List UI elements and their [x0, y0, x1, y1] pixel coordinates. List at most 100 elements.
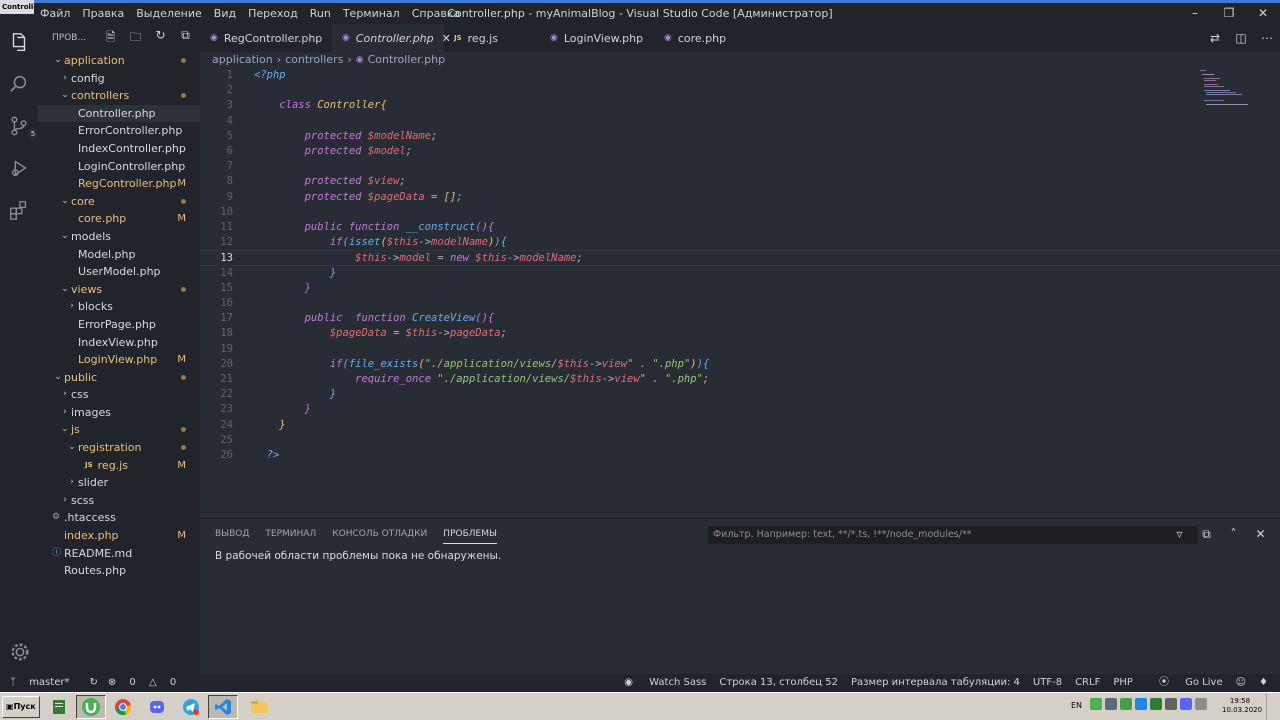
code-line[interactable]: 2 [200, 83, 1280, 98]
code-line[interactable]: 22 } [200, 387, 1280, 402]
tree-folder[interactable]: ⌄ js [38, 421, 200, 439]
tree-folder[interactable]: ⌄ application [38, 52, 200, 70]
code-line[interactable]: 15 } [200, 281, 1280, 296]
breadcrumb-item[interactable]: application [212, 52, 273, 68]
taskbar-app-vscode[interactable] [208, 695, 238, 719]
tray-app-icon[interactable] [1150, 698, 1162, 710]
problems-filter-input[interactable]: Фильтр. Например: text, **/*.ts, !**/nod… [708, 526, 1198, 544]
tree-folder[interactable]: › config [38, 70, 200, 88]
collapse-icon[interactable]: ⧉ [1193, 527, 1220, 542]
tree-file[interactable]: RegController.php M [38, 175, 200, 193]
notifications-bell-icon[interactable]: ♦ [1259, 674, 1268, 692]
tab-regcontroller[interactable]: ◉ RegController.php [200, 24, 332, 52]
tree-folder[interactable]: ⌄ models [38, 228, 200, 246]
tree-file[interactable]: Controller.php [38, 104, 200, 123]
code-line[interactable]: 12 if(isset($this->modelName)){ [200, 235, 1280, 250]
tree-folder[interactable]: › scss [38, 492, 200, 510]
code-line[interactable]: 5 protected $modelName; [200, 129, 1280, 144]
tree-folder[interactable]: › blocks [38, 298, 200, 316]
feedback-icon[interactable]: ☺ [1236, 674, 1246, 692]
cursor-position[interactable]: Строка 13, столбец 52 [719, 674, 838, 692]
line-ending[interactable]: CRLF [1075, 674, 1100, 692]
code-line[interactable]: 23 } [200, 402, 1280, 417]
code-line[interactable]: 9 protected $pageData = []; [200, 190, 1280, 205]
code-line[interactable]: 14 } [200, 266, 1280, 281]
settings-gear-icon[interactable] [8, 640, 32, 664]
language-indicator[interactable]: EN [1071, 701, 1082, 710]
code-line[interactable]: 19 [200, 342, 1280, 357]
code-line[interactable]: 26 ?> [200, 448, 1280, 463]
tree-file[interactable]: JS reg.js M [38, 457, 200, 475]
branch-status[interactable]: ᛉ master* [10, 674, 79, 692]
tab-reg-js[interactable]: JS reg.js [444, 24, 540, 52]
tree-file[interactable]: UserModel.php [38, 263, 200, 281]
tray-discord-icon[interactable] [1180, 698, 1192, 710]
taskbar-app-chrome[interactable] [108, 695, 138, 719]
tree-file[interactable]: IndexController.php [38, 140, 200, 158]
tab-output[interactable]: ВЫВОД [215, 529, 249, 544]
tab-terminal[interactable]: ТЕРМИНАЛ [265, 529, 316, 544]
language-mode[interactable]: PHP [1113, 674, 1133, 692]
tab-controller[interactable]: ◉ Controller.php ✕ [332, 24, 451, 52]
tray-torrent-icon[interactable] [1090, 698, 1102, 710]
new-folder-icon[interactable]: 🗀 [123, 28, 148, 49]
go-live-button[interactable]: ⦿ Go Live [1146, 674, 1223, 692]
tree-folder[interactable]: › css [38, 386, 200, 404]
tray-app-icon[interactable] [1105, 698, 1117, 710]
code-line[interactable]: 25 [200, 433, 1280, 448]
code-line[interactable]: 4 [200, 114, 1280, 129]
refresh-icon[interactable]: ↻ [148, 28, 173, 49]
source-control-icon[interactable]: 5 [7, 114, 39, 140]
tree-folder[interactable]: ⌄ controllers [38, 87, 200, 105]
tree-folder[interactable]: › images [38, 404, 200, 422]
tree-folder[interactable]: ⌄ public [38, 369, 200, 387]
taskbar-app-discord[interactable] [142, 695, 172, 719]
menu-help[interactable]: Справка [406, 3, 466, 24]
tree-file[interactable]: Model.php [38, 246, 200, 264]
close-icon[interactable]: ✕ [1246, 3, 1280, 24]
search-icon[interactable] [7, 72, 31, 96]
tab-debug-console[interactable]: КОНСОЛЬ ОТЛАДКИ [332, 529, 427, 544]
code-line[interactable]: 7 [200, 159, 1280, 174]
code-line[interactable]: 1 <?php [200, 68, 1280, 83]
tree-file[interactable]: core.php M [38, 210, 200, 228]
breadcrumb-item[interactable]: Controller.php [368, 52, 446, 68]
code-line[interactable]: 10 [200, 205, 1280, 220]
menu-terminal[interactable]: Терминал [337, 3, 406, 24]
maximize-panel-icon[interactable]: ˄ [1220, 527, 1247, 542]
sync-icon[interactable]: ↻ [89, 674, 97, 692]
minimap[interactable] [1198, 68, 1248, 108]
tray-network-icon[interactable] [1165, 698, 1177, 710]
problems-status[interactable]: ⊗ 0 △ 0 [108, 674, 186, 692]
tab-problems[interactable]: ПРОБЛЕМЫ [443, 529, 497, 544]
tray-app-icon[interactable] [1135, 698, 1147, 710]
tree-file[interactable]: IndexView.php [38, 334, 200, 352]
tray-shield-icon[interactable] [1120, 698, 1132, 710]
restore-icon[interactable]: ❐ [1212, 3, 1246, 24]
tree-file[interactable]: ErrorController.php [38, 122, 200, 140]
clock[interactable]: 19:58 10.03.2020 [1222, 697, 1262, 715]
close-panel-icon[interactable]: ✕ [1247, 527, 1274, 542]
tree-folder[interactable]: ⌄ registration [38, 439, 200, 457]
new-file-icon[interactable]: 🗎 [98, 28, 123, 49]
code-line[interactable]: 24 } [200, 418, 1280, 433]
taskbar-app-torrent[interactable] [76, 695, 106, 719]
tree-file[interactable]: Routes.php [38, 562, 200, 580]
tree-file[interactable]: index.php M [38, 527, 200, 545]
tree-folder[interactable]: ⌄ core [38, 193, 200, 211]
indentation[interactable]: Размер интервала табуляции: 4 [851, 674, 1020, 692]
code-line[interactable]: 3 class Controller{ [200, 98, 1280, 113]
menu-file[interactable]: Файл [34, 3, 76, 24]
code-line[interactable]: 16 [200, 296, 1280, 311]
code-line[interactable]: 11 public function __construct(){ [200, 220, 1280, 235]
tree-file[interactable]: ⓘ README.md [38, 545, 200, 563]
tree-file[interactable]: LoginController.php [38, 158, 200, 176]
tab-core[interactable]: ◉ core.php [654, 24, 748, 52]
more-actions-icon[interactable]: ⋯ [1254, 31, 1280, 45]
tree-file[interactable]: ⚙ .htaccess [38, 509, 200, 527]
code-editor[interactable]: 1 <?php 2 3 class Controller{4 5 protected $… [200, 68, 1280, 518]
menu-selection[interactable]: Выделение [130, 3, 208, 24]
code-line[interactable]: 8 protected $view; [200, 174, 1280, 189]
explorer-icon[interactable] [7, 30, 31, 54]
collapse-all-icon[interactable]: ⧉ [173, 28, 198, 49]
